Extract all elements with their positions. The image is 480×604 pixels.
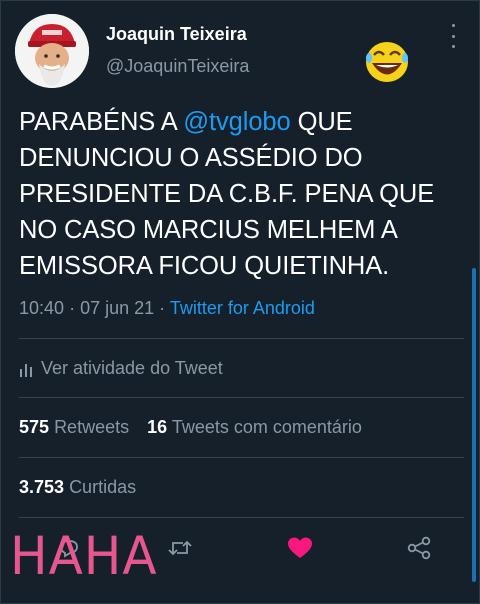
meta-separator: ·	[69, 298, 76, 318]
retweet-icon	[168, 540, 192, 556]
quotes-label: Tweets com comentário	[171, 417, 362, 437]
divider	[19, 397, 464, 398]
likes-label: Curtidas	[69, 477, 137, 497]
haha-overlay-text: HAHA	[10, 525, 158, 587]
divider	[19, 338, 464, 339]
share-icon	[407, 536, 431, 560]
tweet-meta: 10:40 · 07 jun 21 · Twitter for Android	[19, 298, 315, 319]
like-button[interactable]	[285, 533, 315, 563]
divider	[19, 457, 464, 458]
user-handle[interactable]: @JoaquinTeixeira	[106, 56, 249, 77]
likes-count: 3.753	[19, 477, 65, 497]
retweets-label: Retweets	[54, 417, 130, 437]
avatar[interactable]	[15, 14, 89, 88]
display-name[interactable]: Joaquin Teixeira	[106, 24, 247, 45]
quotes-count: 16	[147, 417, 168, 437]
bar-chart-icon	[20, 363, 32, 377]
quotes-stat[interactable]: 16 Tweets com comentário	[147, 417, 362, 437]
divider	[19, 517, 464, 518]
laughing-emoji-icon	[362, 38, 412, 84]
tweet-activity-link[interactable]: Ver atividade do Tweet	[19, 358, 223, 379]
meta-separator: ·	[159, 298, 166, 318]
scrollbar[interactable]	[472, 268, 476, 582]
tweet-text-before: PARABÉNS A	[19, 108, 184, 136]
tweet-time: 10:40	[19, 298, 65, 318]
engagement-stats: 575 Retweets 16 Tweets com comentário	[19, 417, 362, 438]
retweets-count: 575	[19, 417, 50, 437]
retweets-stat[interactable]: 575 Retweets	[19, 417, 129, 437]
retweet-button[interactable]	[165, 533, 195, 563]
tweet-date: 07 jun 21	[80, 298, 155, 318]
more-vertical-icon[interactable]	[446, 24, 460, 48]
likes-stat[interactable]: 3.753 Curtidas	[19, 477, 136, 498]
share-button[interactable]	[404, 533, 434, 563]
heart-icon	[288, 537, 312, 558]
activity-label: Ver atividade do Tweet	[41, 358, 223, 378]
tweet-source-link[interactable]: Twitter for Android	[170, 298, 315, 318]
mention-link[interactable]: @tvglobo	[183, 108, 290, 136]
tweet-text: PARABÉNS A @tvglobo QUE DENUNCIOU O ASSÉ…	[19, 104, 464, 284]
